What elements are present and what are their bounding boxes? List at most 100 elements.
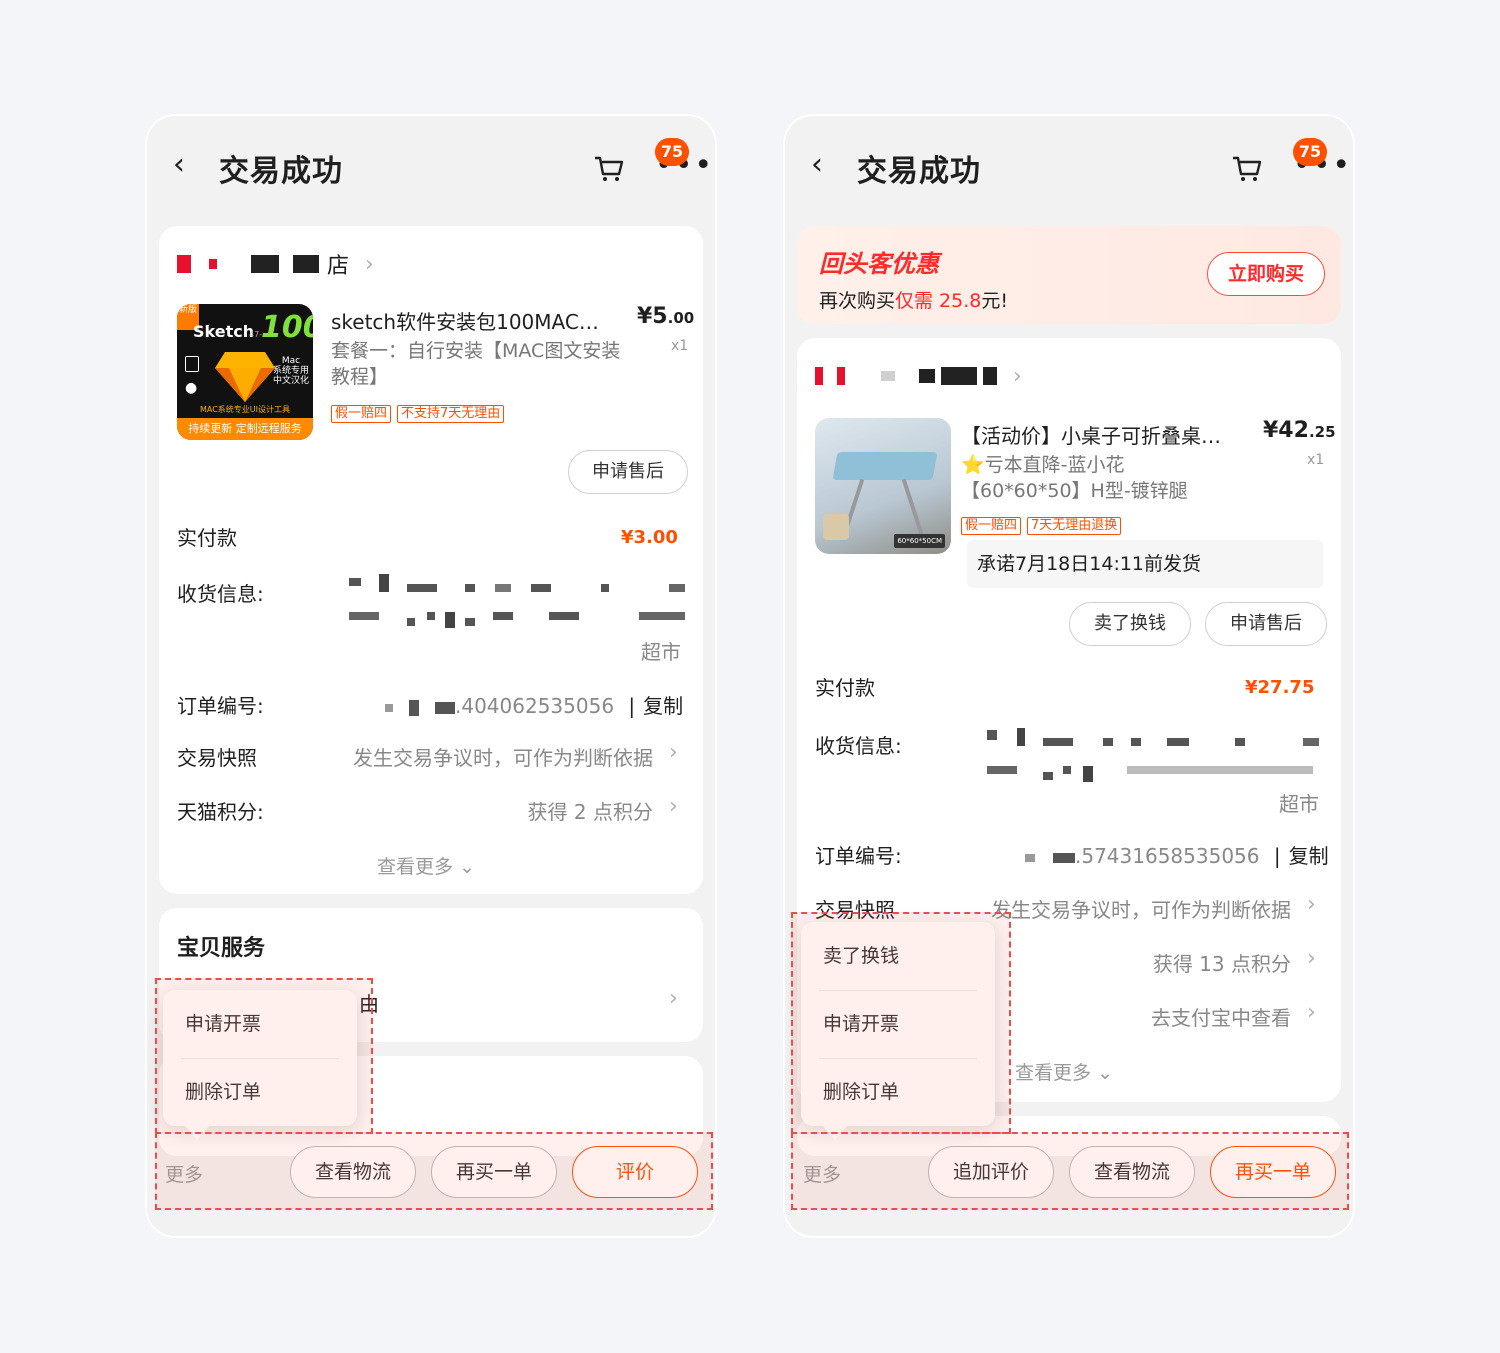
finder-icon (185, 356, 199, 372)
price-dec: .25 (1308, 423, 1336, 441)
phone-order-detail-left: ‹ 交易成功 ••• 75 店 › 新版 Sketch 47- 100 Mac … (147, 116, 715, 1236)
shop-logo-icon (837, 367, 845, 385)
menu-item-delete-order[interactable]: 删除订单 (801, 1058, 995, 1126)
pay-label: 实付款 (177, 526, 237, 550)
product-qty: x1 (671, 338, 689, 354)
product-thumbnail[interactable]: 新版 Sketch 47- 100 Mac 系统专用 中文汉化 ● MAC系统专… (177, 304, 313, 440)
copy-button[interactable]: 复制 (643, 694, 683, 718)
snapshot-label: 交易快照 (177, 746, 257, 770)
pay-amount: ¥3.00 (621, 520, 678, 550)
see-more-link[interactable]: 查看更多 ⌄ (377, 852, 475, 879)
snapshot-label: 交易快照 (815, 898, 895, 922)
points-link[interactable]: 获得 2 点积分 (459, 796, 653, 825)
copy-button[interactable]: 复制 (1289, 844, 1329, 868)
product-tags: 假一赔四 7天无理由退换 (961, 514, 1127, 535)
product-spec-1: ⭐亏本直降-蓝小花 (961, 454, 1125, 476)
sketch-diamond-icon (215, 352, 275, 402)
snapshot-link[interactable]: 发生交易争议时，可作为判断依据 (319, 742, 653, 771)
chevron-right-icon: › (1307, 892, 1316, 917)
product-tags: 假一赔四 不支持7天无理由 (331, 402, 510, 423)
order-card: 店 › 新版 Sketch 47- 100 Mac 系统专用 中文汉化 ● MA… (159, 226, 703, 894)
more-popup-menu: 卖了换钱 申请开票 删除订单 (801, 922, 995, 1140)
thumb-caption: MAC系统专业UI设计工具 (199, 405, 291, 414)
menu-item-delete-order[interactable]: 删除订单 (163, 1058, 357, 1126)
page-title: 交易成功 (219, 154, 343, 189)
menu-item-sell[interactable]: 卖了换钱 (801, 922, 995, 990)
message-badge: 75 (1293, 138, 1327, 166)
add-review-button[interactable]: 追加评价 (928, 1146, 1054, 1198)
buy-again-button[interactable]: 再买一单 (431, 1146, 557, 1198)
see-more-text: 查看更多 (377, 856, 454, 878)
cart-icon[interactable] (593, 152, 625, 184)
product-title[interactable]: 【活动价】小桌子可折叠桌… (961, 420, 1237, 449)
address-redacted (987, 728, 1323, 786)
product-qty: x1 (1307, 452, 1325, 468)
snapshot-link[interactable]: 发生交易争议时，可作为判断依据 (957, 894, 1291, 923)
nav-bar: ‹ 交易成功 ••• 75 (785, 116, 1353, 216)
back-icon[interactable]: ‹ (811, 150, 837, 180)
shop-link[interactable]: › (815, 362, 1022, 390)
tag-7day-return: 7天无理由退换 (1027, 517, 1122, 535)
table-top (832, 452, 938, 480)
sell-button[interactable]: 卖了换钱 (1069, 602, 1191, 646)
price-dec: .00 (667, 309, 695, 327)
pay-label: 实付款 (815, 676, 875, 700)
points-label: 天猫积分: (177, 800, 264, 824)
redacted-block (941, 367, 977, 385)
more-link[interactable]: 更多 (165, 1160, 203, 1187)
see-more-link[interactable]: 查看更多 ⌄ (1015, 1058, 1113, 1085)
promo-text-c: 元! (981, 290, 1008, 312)
nav-bar: ‹ 交易成功 ••• 75 (147, 116, 715, 216)
menu-item-invoice[interactable]: 申请开票 (163, 990, 357, 1058)
thumb-number: 100 (261, 310, 313, 345)
review-button[interactable]: 评价 (572, 1146, 698, 1198)
menu-item-invoice[interactable]: 申请开票 (801, 990, 995, 1058)
page-title: 交易成功 (857, 154, 981, 189)
order-label: 订单编号: (815, 844, 902, 868)
redacted-block (293, 255, 319, 273)
address-tail: 超市 (1279, 792, 1319, 816)
pay-dec: .00 (646, 527, 678, 548)
redacted-block (251, 255, 279, 273)
chevron-right-icon: › (669, 740, 678, 765)
order-label: 订单编号: (177, 694, 264, 718)
shop-link[interactable]: 店 › (177, 250, 374, 279)
order-number: .57431658535056 | 复制 (1025, 840, 1329, 869)
view-logistics-button[interactable]: 查看物流 (1069, 1146, 1195, 1198)
tag-fake-compensation: 假一赔四 (331, 405, 392, 423)
apple-icon: ● (185, 380, 198, 396)
address-redacted (349, 574, 685, 634)
chevron-right-icon: › (1307, 946, 1316, 971)
after-sale-button[interactable]: 申请售后 (568, 450, 688, 494)
more-link[interactable]: 更多 (803, 1160, 841, 1187)
shop-logo-icon (177, 255, 191, 273)
more-popup-menu: 申请开票 删除订单 (163, 990, 357, 1140)
view-logistics-button[interactable]: 查看物流 (290, 1146, 416, 1198)
back-icon[interactable]: ‹ (173, 150, 199, 180)
buy-now-button[interactable]: 立即购买 (1207, 252, 1325, 296)
shipping-promise: 承诺7月18日14:11前发货 (967, 540, 1323, 588)
shop-logo-icon (209, 259, 217, 269)
see-more-text: 查看更多 (1015, 1062, 1092, 1084)
buy-again-button[interactable]: 再买一单 (1210, 1146, 1336, 1198)
redacted-block (881, 371, 895, 381)
address-tail: 超市 (641, 640, 681, 664)
product-thumbnail[interactable]: 60*60*50CM (815, 418, 951, 554)
pay-int: ¥3 (621, 527, 647, 548)
pay-int: ¥27 (1245, 677, 1283, 698)
alipay-link[interactable]: 去支付宝中查看 (1097, 1002, 1291, 1031)
chevron-down-icon: ⌄ (1097, 1062, 1113, 1084)
product-title[interactable]: sketch软件安装包100MAC… (331, 306, 619, 335)
cart-icon[interactable] (1231, 152, 1263, 184)
chevron-right-icon: › (1013, 363, 1022, 389)
product-spec-2: 【60*60*50】H型-镀锌腿 (961, 480, 1188, 502)
bottom-action-bar: 更多 查看物流 再买一单 评价 (147, 1134, 715, 1208)
after-sale-button[interactable]: 申请售后 (1205, 602, 1327, 646)
promo-text-a: 再次购买 (819, 290, 896, 312)
points-link[interactable]: 获得 13 点积分 (1097, 948, 1291, 977)
message-badge: 75 (655, 138, 689, 166)
thumb-banner: 持续更新 定制远程服务 (177, 418, 313, 440)
product-price: ¥5.00 (637, 304, 694, 329)
price-int: ¥5 (637, 304, 668, 329)
address-label: 收货信息: (177, 582, 264, 606)
